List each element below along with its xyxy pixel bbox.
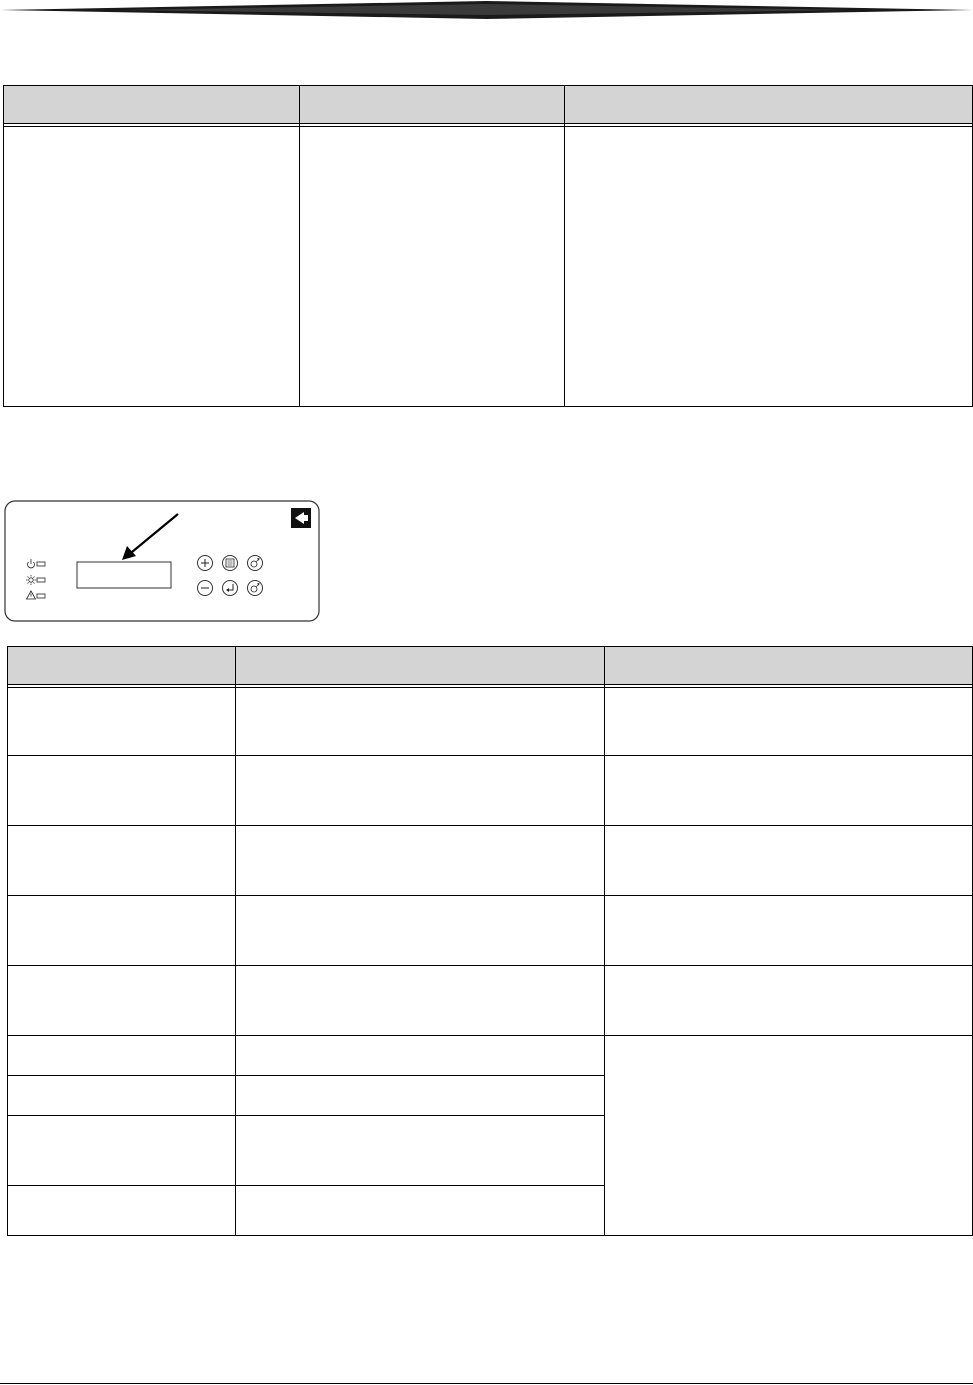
column-header — [604, 646, 973, 685]
table-cell — [299, 126, 565, 407]
table-cell — [235, 1035, 605, 1076]
table-row — [7, 1035, 973, 1236]
settings-alt-button[interactable] — [247, 580, 263, 596]
column-header — [3, 85, 300, 124]
plus-button[interactable] — [197, 555, 213, 571]
table-cell — [7, 1075, 236, 1116]
table-cell — [7, 825, 236, 896]
footer-rule — [0, 1383, 973, 1384]
table-cell — [7, 1185, 236, 1236]
table-row — [7, 755, 973, 826]
column-header — [235, 646, 605, 685]
table-cell — [235, 755, 605, 826]
table-cell-merged — [604, 1035, 973, 1236]
table-row — [7, 687, 973, 756]
table-cell — [604, 755, 973, 826]
table-cell — [235, 825, 605, 896]
header-banner — [0, 1, 973, 19]
top-table — [3, 85, 973, 407]
column-header — [564, 85, 973, 124]
table-cell — [7, 1115, 236, 1186]
table-row — [7, 825, 973, 896]
enter-button[interactable] — [222, 580, 238, 596]
table-row — [7, 895, 973, 966]
bottom-table — [7, 646, 973, 1236]
menu-button[interactable] — [222, 555, 238, 571]
table-cell — [604, 687, 973, 756]
column-header — [7, 646, 236, 685]
table-cell — [564, 126, 973, 407]
kodak-logo-icon — [291, 508, 311, 528]
table-cell — [235, 1075, 605, 1116]
table-row — [7, 965, 973, 1036]
table-cell — [7, 687, 236, 756]
table-cell — [235, 895, 605, 966]
table-row — [3, 126, 973, 407]
table-cell — [604, 895, 973, 966]
lcd-display — [76, 561, 172, 589]
table-cell — [604, 965, 973, 1036]
table-cell — [235, 687, 605, 756]
table-cell — [235, 1115, 605, 1186]
table-cell — [3, 126, 300, 407]
settings-button[interactable] — [247, 555, 263, 571]
table-cell — [7, 965, 236, 1036]
minus-button[interactable] — [197, 580, 213, 596]
table-cell — [235, 1185, 605, 1236]
table-cell — [604, 825, 973, 896]
table-cell — [235, 965, 605, 1036]
column-header — [299, 85, 565, 124]
operator-panel-illustration — [4, 500, 320, 622]
table-cell — [7, 1035, 236, 1076]
table-cell — [7, 755, 236, 826]
table-cell — [7, 895, 236, 966]
